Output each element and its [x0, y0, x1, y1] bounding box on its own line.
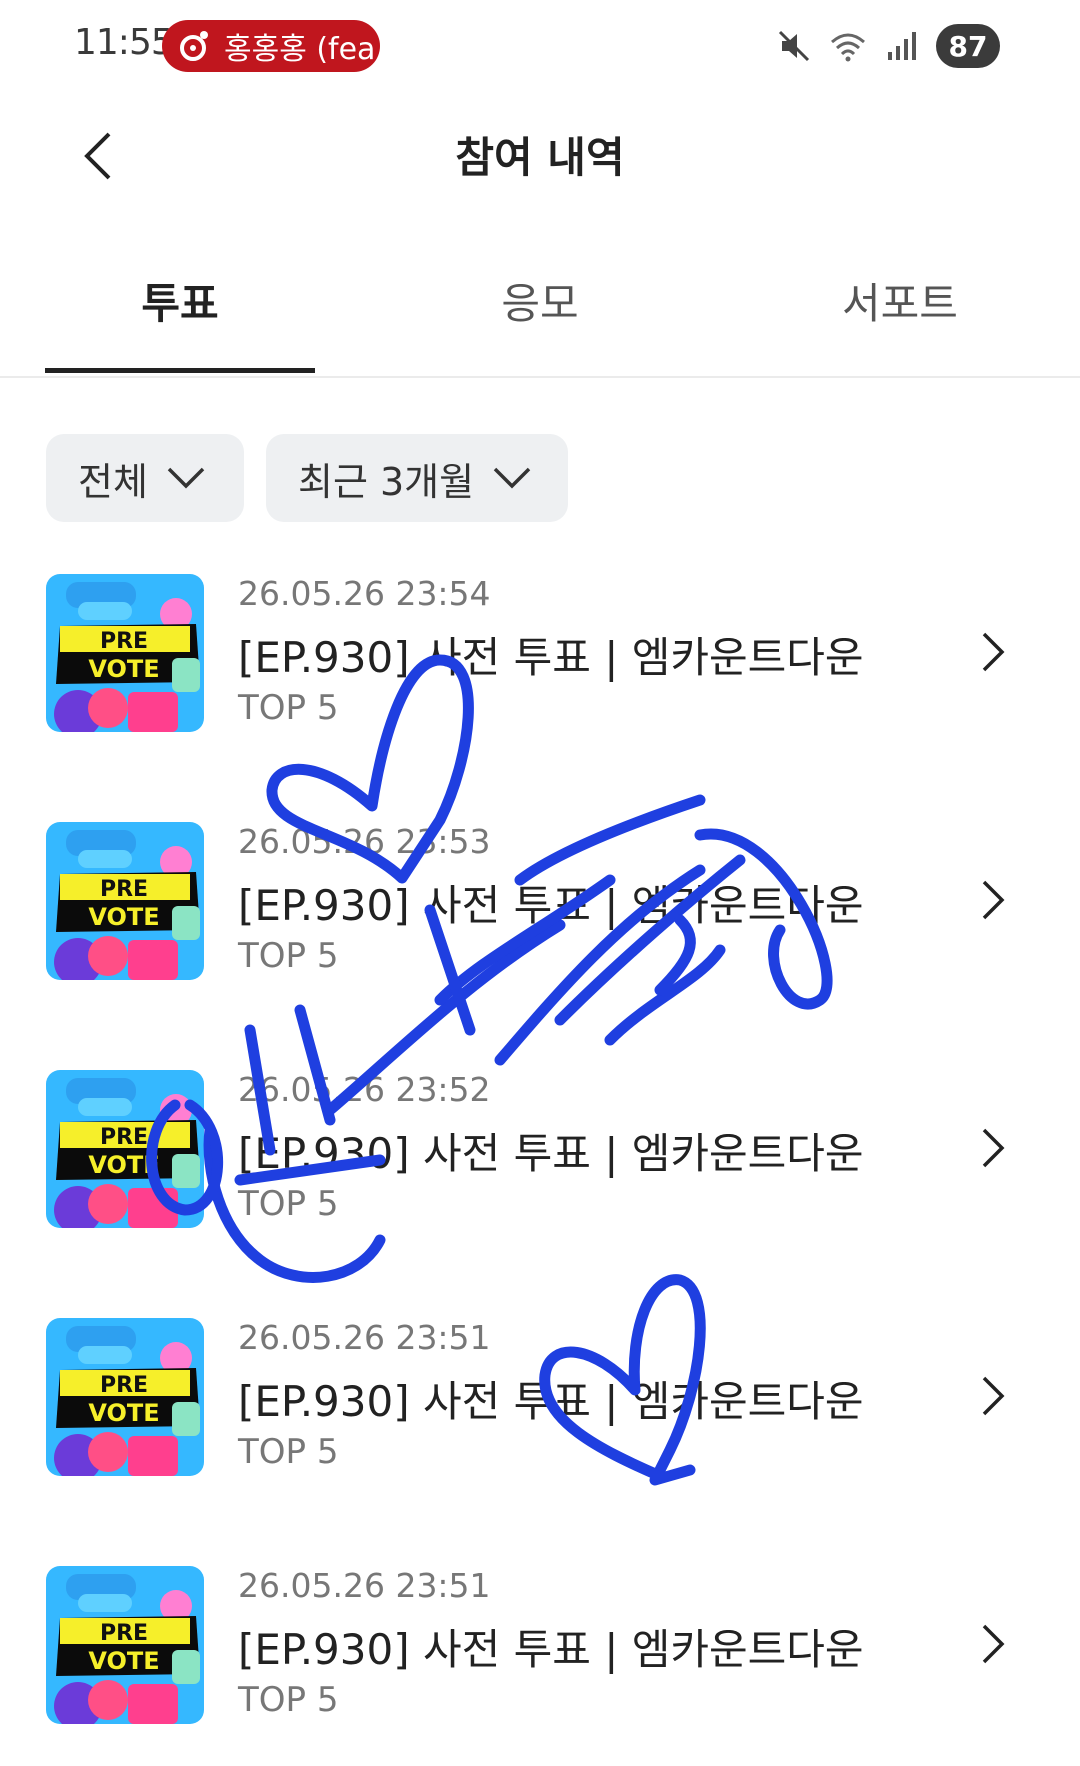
pre-vote-thumbnail: PRE VOTE [46, 822, 204, 980]
item-title: [EP.930] 사전 투표 | 엠카운트다운 [238, 1377, 864, 1426]
item-title: [EP.930] 사전 투표 | 엠카운트다운 [238, 633, 864, 682]
thumb-text-bottom: VOTE [88, 1151, 159, 1179]
wifi-icon [831, 33, 865, 62]
item-date: 26.05.26 23:51 [238, 1566, 491, 1605]
pre-vote-thumbnail: PRE VOTE [46, 1318, 204, 1476]
mute-icon [778, 30, 810, 62]
vote-history-item[interactable]: PRE VOTE 26.05.26 23:51 [EP.930] 사전 투표 |… [0, 1566, 1080, 1766]
vote-history-item[interactable]: PRE VOTE 26.05.26 23:54 [EP.930] 사전 투표 |… [0, 574, 1080, 774]
status-time: 11:55 [74, 22, 174, 63]
item-subtitle: TOP 5 [238, 1432, 339, 1472]
battery-indicator: 87 [936, 24, 1000, 68]
item-title: [EP.930] 사전 투표 | 엠카운트다운 [238, 1129, 864, 1178]
item-subtitle: TOP 5 [238, 936, 339, 976]
chevron-right-icon [982, 1128, 1005, 1168]
period-filter-dropdown[interactable]: 최근 3개월 [266, 434, 568, 522]
item-subtitle: TOP 5 [238, 688, 339, 728]
thumb-text-bottom: VOTE [88, 1647, 159, 1675]
pre-vote-thumbnail: PRE VOTE [46, 1070, 204, 1228]
period-filter-label: 최근 3개월 [298, 459, 475, 504]
thumb-text-top: PRE [100, 1373, 148, 1398]
item-date: 26.05.26 23:51 [238, 1318, 491, 1357]
active-tab-indicator [45, 368, 315, 373]
item-date: 26.05.26 23:54 [238, 574, 491, 613]
app-header: 참여 내역 [0, 96, 1080, 216]
thumb-text-bottom: VOTE [88, 655, 159, 683]
chevron-down-icon [493, 467, 531, 489]
chevron-right-icon [982, 1624, 1005, 1664]
tab-support[interactable]: 서포트 [765, 270, 1035, 331]
vote-history-item[interactable]: PRE VOTE 26.05.26 23:51 [EP.930] 사전 투표 |… [0, 1318, 1080, 1518]
item-subtitle: TOP 5 [238, 1680, 339, 1720]
item-date: 26.05.26 23:53 [238, 822, 491, 861]
music-record-icon [180, 31, 208, 61]
item-title: [EP.930] 사전 투표 | 엠카운트다운 [238, 881, 864, 930]
thumb-text-bottom: VOTE [88, 903, 159, 931]
thumb-text-top: PRE [100, 1621, 148, 1646]
item-title: [EP.930] 사전 투표 | 엠카운트다운 [238, 1625, 864, 1674]
tab-vote[interactable]: 투표 [45, 270, 315, 331]
chevron-right-icon [982, 880, 1005, 920]
thumb-text-top: PRE [100, 629, 148, 654]
thumb-text-top: PRE [100, 1125, 148, 1150]
item-subtitle: TOP 5 [238, 1184, 339, 1224]
thumb-text-top: PRE [100, 877, 148, 902]
category-filter-dropdown[interactable]: 전체 [46, 434, 244, 522]
item-date: 26.05.26 23:52 [238, 1070, 491, 1109]
now-playing-text: 홍홍홍 (fea [224, 32, 376, 67]
status-bar: 11:55 홍홍홍 (fea 87 [0, 0, 1080, 96]
pre-vote-thumbnail: PRE VOTE [46, 1566, 204, 1724]
chevron-down-icon [167, 467, 205, 489]
chevron-right-icon [982, 632, 1005, 672]
tab-bar: 투표 응모 서포트 [0, 240, 1080, 378]
tab-apply[interactable]: 응모 [405, 270, 675, 331]
vote-history-item[interactable]: PRE VOTE 26.05.26 23:52 [EP.930] 사전 투표 |… [0, 1070, 1080, 1270]
signal-icon [888, 32, 916, 60]
now-playing-pill[interactable]: 홍홍홍 (fea [162, 20, 380, 72]
thumb-text-bottom: VOTE [88, 1399, 159, 1427]
category-filter-label: 전체 [78, 459, 148, 504]
pre-vote-thumbnail: PRE VOTE [46, 574, 204, 732]
vote-history-item[interactable]: PRE VOTE 26.05.26 23:53 [EP.930] 사전 투표 |… [0, 822, 1080, 1022]
chevron-right-icon [982, 1376, 1005, 1416]
page-title: 참여 내역 [455, 133, 625, 182]
